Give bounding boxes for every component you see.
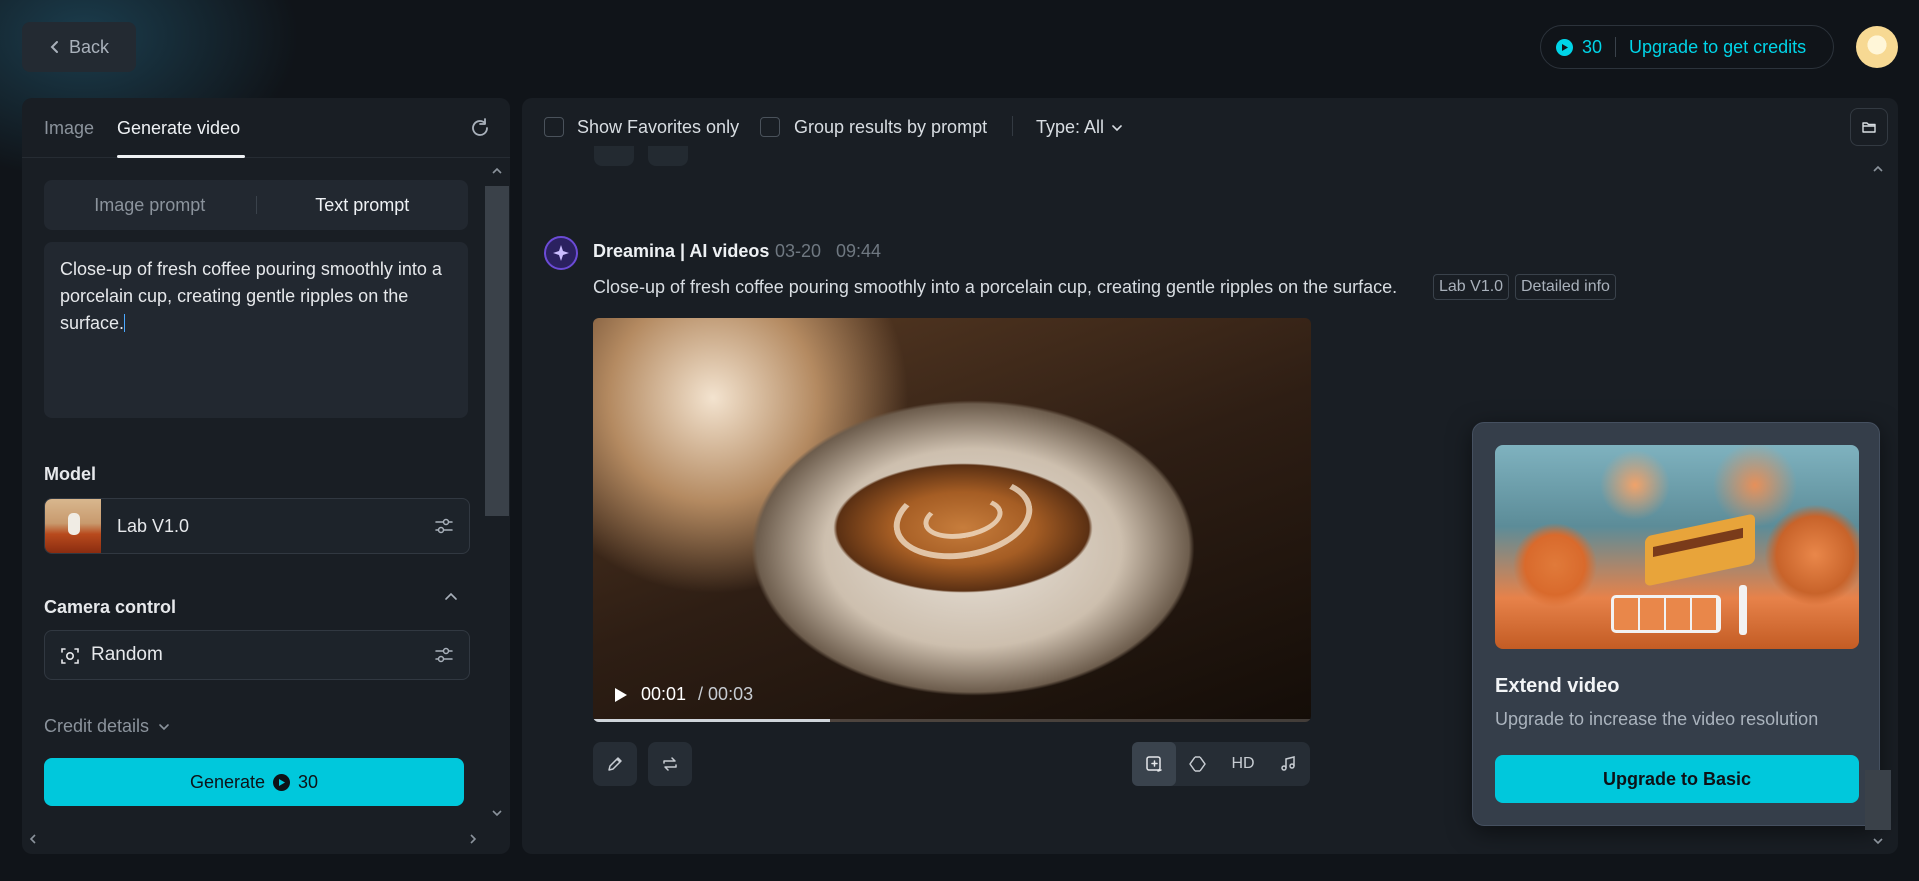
text-prompt-option[interactable]: Text prompt [257,195,469,216]
model-thumbnail [45,499,101,553]
pencil-icon [608,757,622,771]
popup-preview-image [1495,445,1859,649]
extend-video-button[interactable] [1132,742,1176,786]
right-scrollbar-thumb[interactable] [1865,770,1891,830]
result-time: 09:44 [836,241,882,261]
filter-divider [1012,116,1013,136]
result-date: 03-20 [775,241,822,261]
video-tools: HD [1132,742,1310,786]
regenerate-button[interactable] [648,742,692,786]
scroll-left-arrow-icon[interactable] [26,832,40,846]
prompt-mode-switch: Image prompt Text prompt [44,180,468,230]
favorites-checkbox[interactable] [544,117,564,137]
prompt-textarea[interactable]: Close-up of fresh coffee pouring smoothl… [44,242,468,535]
play-icon[interactable] [611,686,629,704]
popup-title: Extend video [1495,675,1620,697]
model-selector[interactable]: Lab V1.0 [44,498,470,554]
scroll-up-arrow-icon[interactable] [490,164,504,178]
camera-control-label: Camera control [44,597,177,617]
back-button[interactable]: Back [22,22,136,72]
scroll-down-arrow-icon[interactable] [490,806,504,820]
folder-icon [1862,122,1876,133]
model-name: Lab V1.0 [117,516,190,536]
detailed-info-tag[interactable]: Detailed info [1515,274,1616,300]
folder-button[interactable] [1850,108,1888,146]
camera-control-selector[interactable]: Random [44,630,470,680]
model-tag[interactable]: Lab V1.0 [1433,274,1510,300]
results-panel: Show Favorites only Group results by pro… [522,98,1898,854]
credit-coin-icon [1556,38,1573,56]
tab-image[interactable]: Image [44,118,94,139]
credit-coin-icon [273,773,291,791]
back-label: Back [68,36,110,57]
credit-details-label: Credit details [44,716,150,736]
camera-focus-icon [61,648,79,664]
previous-action-button[interactable] [594,146,634,166]
video-player[interactable]: 00:01 / 00:03 [593,318,1311,722]
generate-cost: 30 [298,771,319,792]
text-caret [124,314,126,332]
upgrade-credits-link[interactable]: Upgrade to get credits [1629,37,1806,58]
upgrade-to-basic-button[interactable]: Upgrade to Basic [1495,755,1859,803]
scroll-down-arrow-icon[interactable] [1871,834,1885,848]
camera-control-value: Random [91,644,163,665]
left-scrollbar-thumb[interactable] [485,186,509,516]
video-progress-fill [593,719,830,722]
train-illustration [1645,513,1755,587]
credit-details-toggle[interactable]: Credit details [44,716,171,737]
current-time: 00:01 [641,684,687,704]
video-progress-track[interactable] [593,719,1311,722]
settings-sliders-icon[interactable] [433,644,455,666]
repeat-icon [663,757,677,771]
dreamina-avatar [544,236,578,270]
chevron-up-icon[interactable] [442,588,460,606]
chevron-left-icon [50,41,58,53]
extend-video-icon [1146,756,1162,772]
active-tab-underline [117,155,245,158]
previous-action-button[interactable] [648,146,688,166]
add-music-button[interactable] [1266,742,1310,786]
model-label: Model [44,464,96,484]
filter-bar: Show Favorites only Group results by pro… [522,98,1898,158]
user-avatar[interactable] [1856,26,1898,68]
hd-upscale-button[interactable]: HD [1221,742,1265,786]
credits-divider [1615,37,1617,57]
type-filter-label: Type: All [1036,117,1105,137]
extend-video-popup: Extend video Upgrade to increase the vid… [1472,422,1880,826]
result-prompt: Close-up of fresh coffee pouring smoothl… [593,277,1398,297]
credits-count: 30 [1582,36,1603,57]
generate-button[interactable]: Generate 30 [44,758,464,806]
image-prompt-option[interactable]: Image prompt [44,195,256,216]
group-by-prompt-checkbox[interactable] [760,117,780,137]
group-by-prompt-label[interactable]: Group results by prompt [794,117,987,138]
left-panel: Image Generate video Image prompt Text p… [22,98,510,854]
edit-button[interactable] [593,742,637,786]
popup-subtitle: Upgrade to increase the video resolution [1495,709,1819,729]
frame-interpolation-icon [1189,756,1206,772]
scroll-up-arrow-icon[interactable] [1871,162,1885,176]
video-duration: / 00:03 [698,684,754,704]
mode-tabs: Image Generate video [22,98,510,158]
music-note-icon [1281,756,1295,771]
filmstrip-illustration [1611,595,1721,633]
chevron-down-icon [159,723,169,730]
interpolate-button[interactable] [1176,742,1220,786]
tab-generate-video[interactable]: Generate video [117,118,240,139]
prompt-text: Close-up of fresh coffee pouring smoothl… [60,259,442,333]
refresh-icon[interactable] [468,116,492,140]
credits-pill[interactable]: 30 Upgrade to get credits [1540,25,1834,69]
settings-sliders-icon[interactable] [433,515,455,537]
sparkle-icon [553,245,569,261]
trim-handle-illustration [1739,585,1747,635]
result-author: Dreamina | AI videos [593,241,770,261]
type-filter-dropdown[interactable]: Type: All [1036,117,1124,138]
scroll-right-arrow-icon[interactable] [466,832,480,846]
chevron-down-icon [1112,124,1122,131]
video-controls: 00:01 / 00:03 [611,684,753,705]
generate-label: Generate [189,771,266,792]
favorites-label[interactable]: Show Favorites only [577,117,739,138]
